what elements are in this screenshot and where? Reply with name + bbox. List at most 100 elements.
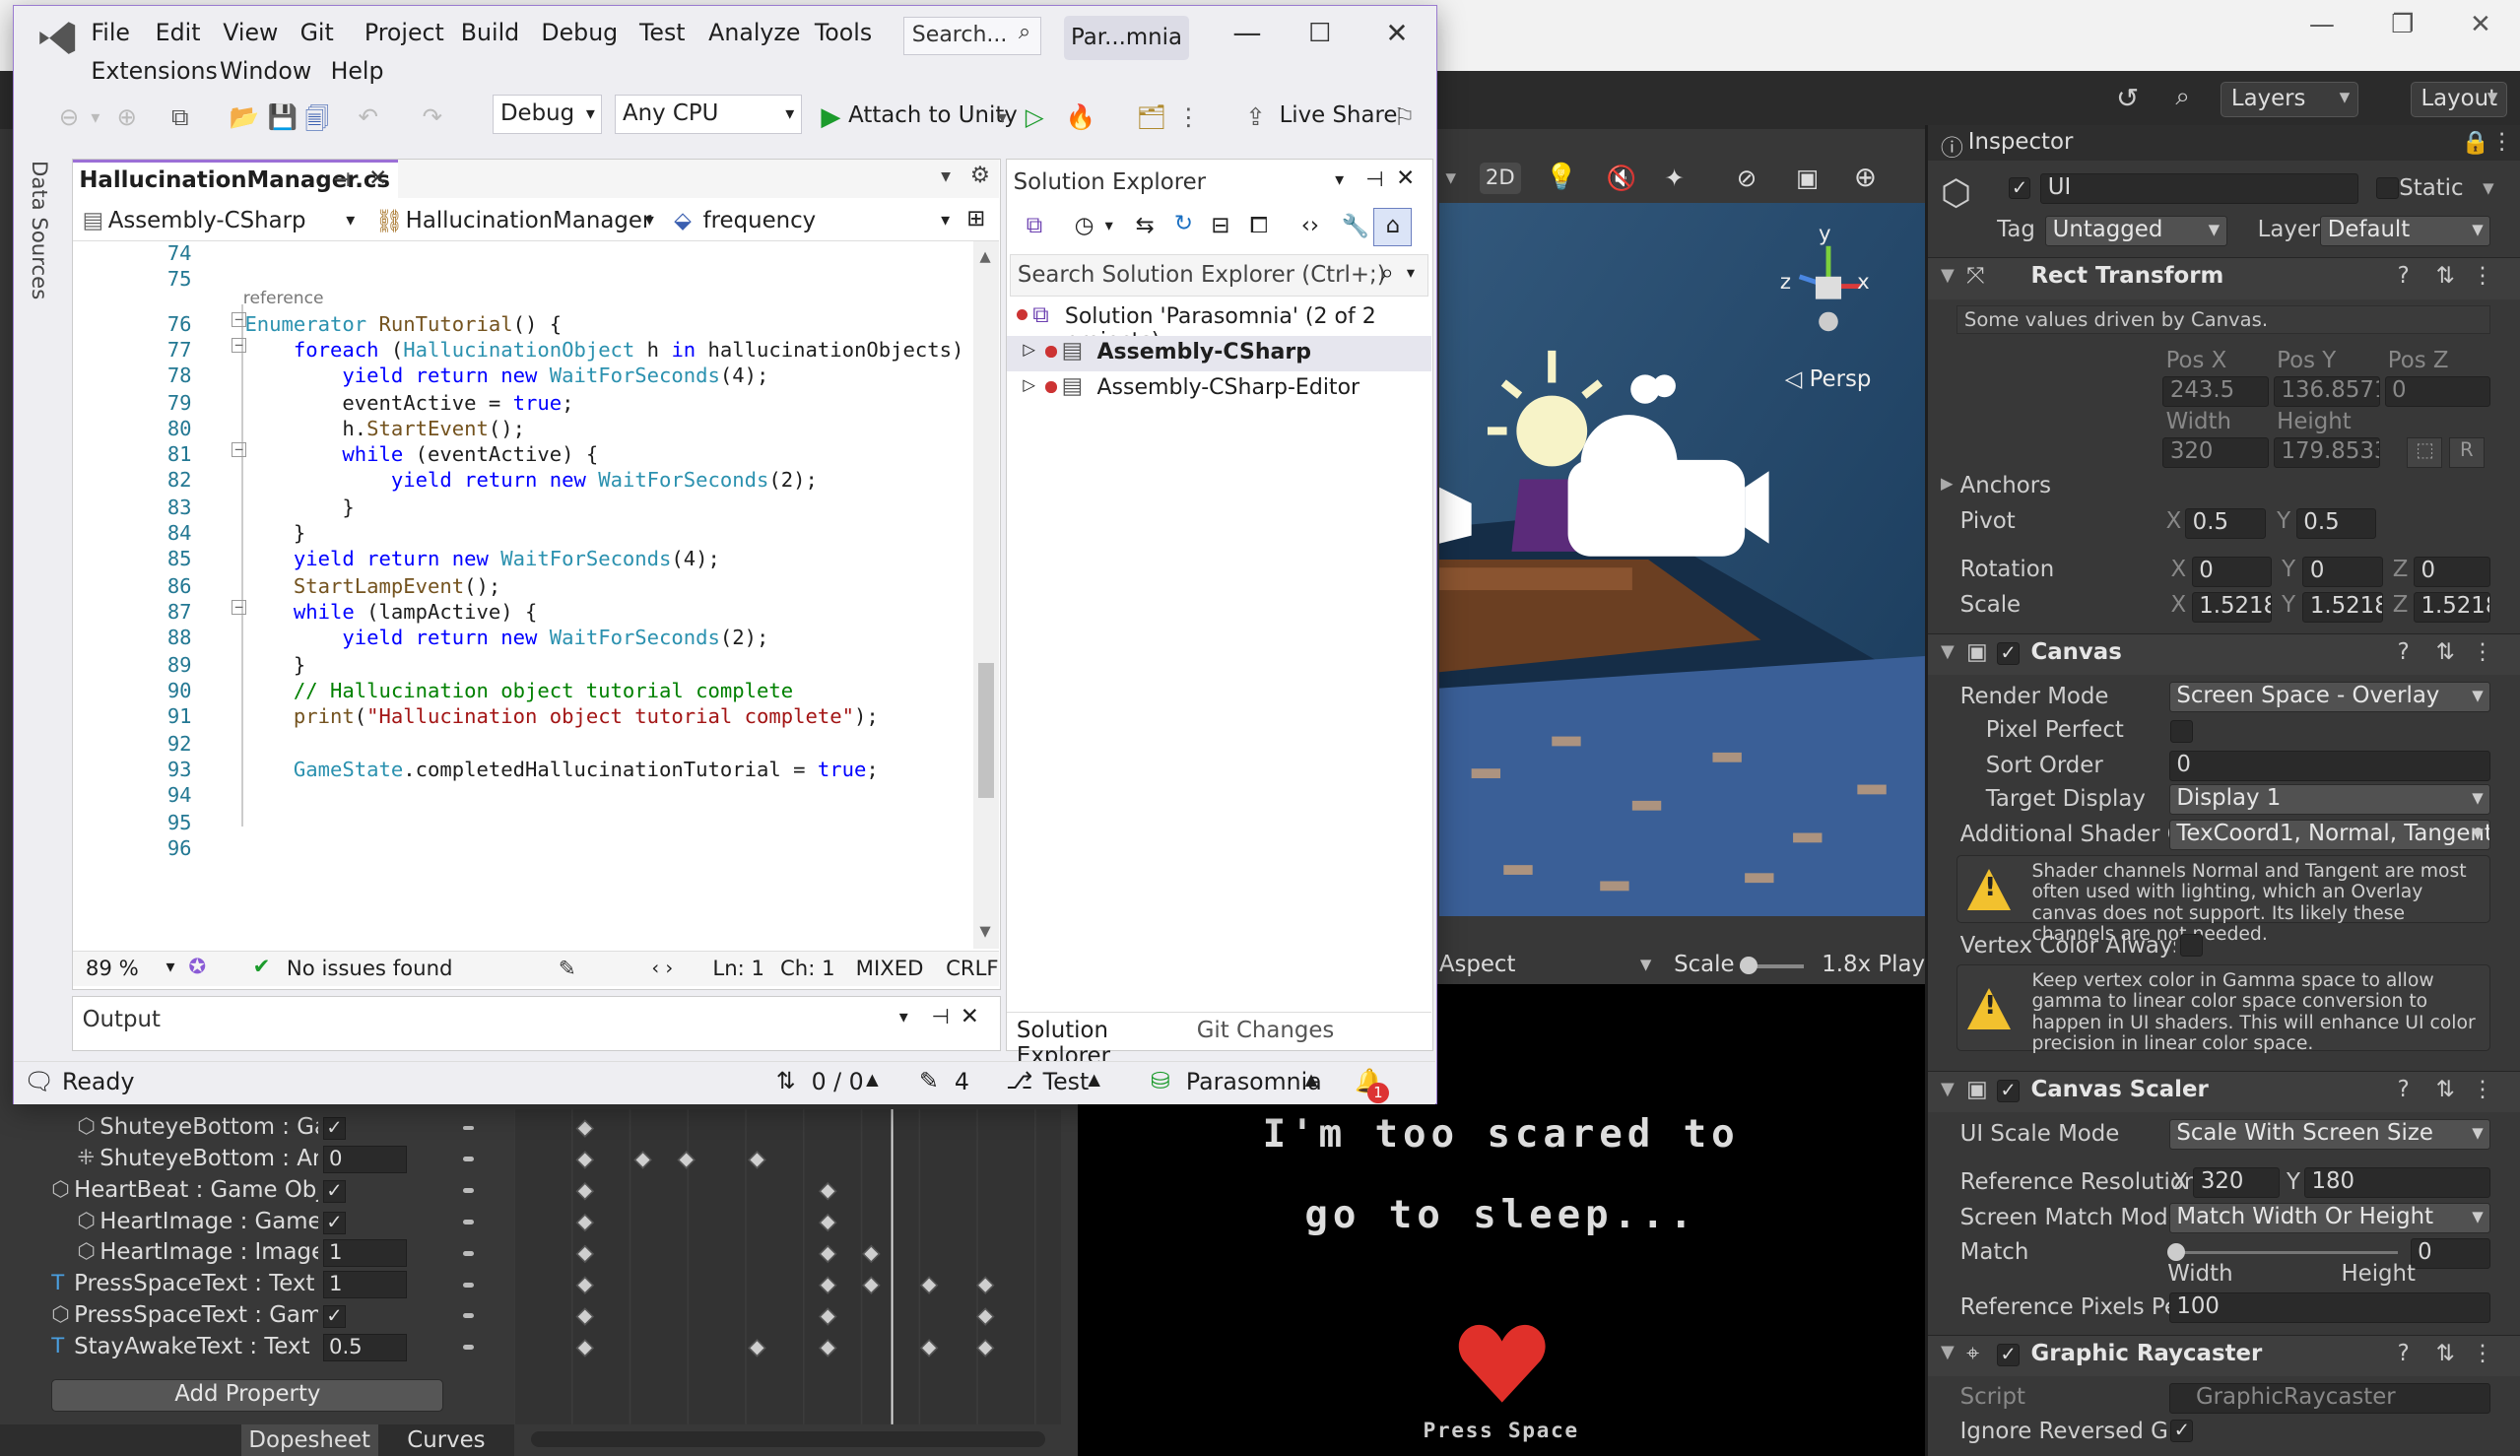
property-value-field[interactable]: 1 bbox=[323, 1239, 407, 1268]
search-icon[interactable]: ⌕ bbox=[2175, 82, 2190, 112]
changes-chevron-icon[interactable]: ▲ bbox=[866, 1070, 879, 1089]
pin-icon[interactable]: ⊣ bbox=[931, 1005, 949, 1029]
code-line[interactable]: // Hallucination object tutorial complet… bbox=[244, 679, 793, 702]
whitespace-indicator[interactable]: MIXED bbox=[856, 957, 924, 981]
layer-dropdown[interactable]: Default bbox=[2320, 215, 2491, 246]
height-field[interactable]: 179.8533 bbox=[2273, 436, 2380, 468]
menu-edit[interactable]: Edit bbox=[156, 19, 201, 46]
code-line[interactable]: eventActive = true; bbox=[244, 391, 573, 415]
2d-toggle[interactable]: 2D bbox=[1479, 162, 1522, 195]
fold-icon[interactable]: − bbox=[232, 312, 247, 328]
class-nav-chevron-icon[interactable]: ▾ bbox=[645, 210, 654, 231]
history-icon[interactable]: ↺ bbox=[2116, 82, 2139, 114]
changes-count[interactable]: 0 / 0 bbox=[812, 1068, 864, 1095]
match-slider[interactable] bbox=[2172, 1250, 2398, 1255]
keyframe-marker[interactable] bbox=[677, 1151, 696, 1169]
aspect-chevron-icon[interactable]: ▾ bbox=[1640, 952, 1651, 977]
animation-property-row[interactable]: T PressSpaceText : Text M1 bbox=[0, 1270, 498, 1300]
config-dropdown[interactable]: Debug ▾ bbox=[493, 94, 603, 135]
scale-z-field[interactable]: 1.52187 bbox=[2413, 591, 2491, 623]
component-menu-icon[interactable]: ⋮ bbox=[2472, 1341, 2494, 1366]
scaler-enabled-checkbox[interactable]: ✓ bbox=[1997, 1080, 2021, 1103]
pin-icon[interactable]: ⊣ bbox=[333, 168, 351, 191]
keyframe-marker[interactable] bbox=[575, 1182, 595, 1201]
raw-edit-button[interactable]: R bbox=[2448, 436, 2485, 468]
preset-icon[interactable]: ⇅ bbox=[2436, 1341, 2455, 1366]
line-indicator[interactable]: Ln: 1 bbox=[712, 957, 764, 981]
animation-property-row[interactable]: ⬡PressSpaceText : Game (✓ bbox=[0, 1300, 498, 1331]
project-nav-dropdown[interactable]: Assembly-CSharp bbox=[108, 208, 306, 233]
keyframe-marker[interactable] bbox=[748, 1339, 767, 1357]
close-button[interactable]: ✕ bbox=[2470, 10, 2491, 39]
code-line[interactable]: yield return new WaitForSeconds(4); bbox=[244, 364, 768, 387]
tab-dopesheet[interactable]: Dopesheet bbox=[240, 1424, 378, 1456]
attach-dropdown-icon[interactable]: ▾ bbox=[998, 107, 1007, 128]
menu-window[interactable]: Window bbox=[220, 57, 311, 85]
property-value-checkbox[interactable]: ✓ bbox=[323, 1305, 346, 1329]
attach-to-unity-button[interactable]: Attach to Unity bbox=[848, 102, 1018, 128]
lock-icon[interactable]: 🔒 bbox=[2462, 129, 2489, 156]
component-menu-icon[interactable]: ⋮ bbox=[2472, 1077, 2494, 1102]
canvas-enabled-checkbox[interactable]: ✓ bbox=[1997, 642, 2021, 666]
property-value-field[interactable]: 0.5 bbox=[323, 1333, 407, 1361]
vertical-scrollbar[interactable]: ▲ ▼ bbox=[972, 241, 999, 950]
pencil-icon[interactable]: ✎ bbox=[919, 1067, 939, 1094]
keyframe-marker[interactable] bbox=[819, 1213, 837, 1232]
fold-icon[interactable]: − bbox=[232, 600, 247, 616]
menu-file[interactable]: File bbox=[91, 19, 130, 46]
pos-x-field[interactable]: 243.5 bbox=[2162, 375, 2270, 407]
canvas-scaler-header[interactable]: ▼ ▣ ✓ Canvas Scaler ? ⇅ ⋮ bbox=[1928, 1071, 2520, 1113]
save-icon[interactable]: 💾 bbox=[268, 102, 298, 131]
keyframe-marker[interactable] bbox=[575, 1307, 595, 1327]
scale-y-field[interactable]: 1.52187 bbox=[2302, 591, 2383, 623]
branch-chevron-icon[interactable]: ▲ bbox=[1088, 1070, 1100, 1089]
help-icon[interactable]: ? bbox=[2398, 263, 2410, 289]
search-options-icon[interactable]: ▾ bbox=[1407, 263, 1415, 282]
scale-slider-handle[interactable] bbox=[1740, 957, 1757, 975]
pos-y-field[interactable]: 136.8571 bbox=[2273, 375, 2380, 407]
active-checkbox[interactable]: ✓ bbox=[2008, 176, 2031, 200]
add-property-button[interactable]: Add Property bbox=[51, 1379, 444, 1413]
menu-git[interactable]: Git bbox=[300, 19, 334, 46]
dopesheet-timeline[interactable] bbox=[513, 1109, 1062, 1425]
repo-icon[interactable]: ⛁ bbox=[1151, 1067, 1170, 1094]
rot-y-field[interactable]: 0 bbox=[2302, 556, 2383, 587]
branch-icon[interactable]: ⎇ bbox=[1006, 1067, 1032, 1094]
anchors-label[interactable]: Anchors bbox=[1960, 473, 2051, 498]
back-icon[interactable]: ⊖ bbox=[59, 102, 80, 131]
scale-x-field[interactable]: 1.52187 bbox=[2191, 591, 2273, 623]
camera-icon[interactable]: ▣ bbox=[1796, 164, 1819, 192]
menu-view[interactable]: View bbox=[223, 19, 278, 46]
property-value-checkbox[interactable]: ✓ bbox=[323, 1180, 346, 1203]
expand-icon[interactable]: ▷ bbox=[1023, 340, 1035, 359]
tree-item-solution[interactable]: ⧉ Solution 'Parasomnia' (2 of 2 projects… bbox=[1007, 301, 1431, 354]
rect-transform-header[interactable]: ▼ ⤧ Rect Transform ? ⇅ ⋮ bbox=[1928, 257, 2520, 299]
redo-icon[interactable]: ↷ bbox=[423, 102, 443, 131]
solution-config-icon[interactable]: 🗂 bbox=[1136, 102, 1166, 131]
ref-x-field[interactable]: 320 bbox=[2193, 1166, 2281, 1198]
preset-icon[interactable]: ⇅ bbox=[2436, 639, 2455, 665]
output-title[interactable]: Output bbox=[83, 1007, 161, 1032]
keyframe-remove-icon[interactable] bbox=[463, 1345, 475, 1351]
tab-curves[interactable]: Curves bbox=[386, 1424, 506, 1456]
expand-icon[interactable]: ▷ bbox=[1023, 375, 1035, 394]
save-all-icon[interactable]: 🗐 bbox=[304, 102, 328, 143]
collapse-chevron-icon[interactable]: ▼ bbox=[1941, 641, 1955, 662]
project-nav-chevron-icon[interactable]: ▾ bbox=[346, 210, 355, 231]
menu-analyze[interactable]: Analyze bbox=[708, 19, 800, 46]
code-line[interactable]: yield return new WaitForSeconds(4); bbox=[244, 547, 720, 570]
timeline-scrollbar[interactable] bbox=[530, 1430, 1045, 1447]
animation-property-row[interactable]: ⬡ShuteyeBottom : Game✓ bbox=[0, 1112, 498, 1143]
restore-button[interactable]: ❐ bbox=[2391, 10, 2414, 39]
tab-list-icon[interactable]: ▾ bbox=[941, 165, 951, 187]
pin-icon[interactable]: ⊣ bbox=[1365, 167, 1383, 192]
code-line[interactable]: GameState.completedHallucinationTutorial… bbox=[244, 758, 879, 781]
pivot-y-field[interactable]: 0.5 bbox=[2295, 507, 2377, 539]
member-nav-chevron-icon[interactable]: ▾ bbox=[941, 210, 950, 231]
preset-icon[interactable]: ⇅ bbox=[2436, 1077, 2455, 1102]
scene-menu-icon[interactable]: ▾ bbox=[1445, 165, 1456, 190]
output-dropdown-icon[interactable]: ▾ bbox=[899, 1007, 908, 1027]
target-display-dropdown[interactable]: Display 1 bbox=[2168, 784, 2491, 816]
animation-property-row[interactable]: T StayAwakeText : Text Me0.5 bbox=[0, 1332, 498, 1362]
width-field[interactable]: 320 bbox=[2162, 436, 2270, 468]
